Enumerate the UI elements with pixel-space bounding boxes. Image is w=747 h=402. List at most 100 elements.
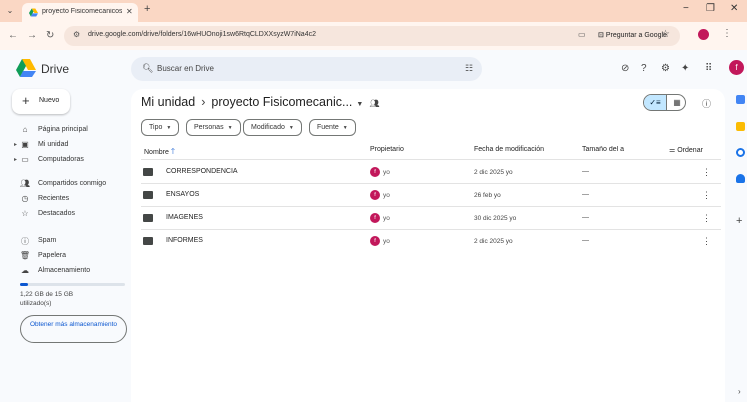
bookmark-star-icon[interactable]: ☆ [661, 29, 670, 40]
search-options-icon[interactable]: ☷ [465, 63, 473, 74]
keep-icon[interactable] [736, 122, 745, 131]
breadcrumb-current[interactable]: proyecto Fisicomecanic... [211, 95, 352, 109]
owner-name: yo [383, 169, 390, 176]
expand-arrow-icon[interactable]: ▸ [14, 141, 17, 148]
dropdown-caret-icon: ▼ [288, 125, 294, 131]
file-name: ENSAYOS [166, 191, 200, 198]
sort-label: Ordenar [677, 147, 703, 154]
filter-source[interactable]: Fuente ▼ [309, 119, 356, 136]
file-name: INFORMES [166, 237, 203, 244]
get-more-storage-button[interactable]: Obtener más almacenamiento [20, 315, 127, 343]
search-input[interactable]: Buscar en Drive [157, 64, 214, 73]
offline-status-icon[interactable]: ⊘ [621, 63, 629, 74]
settings-gear-icon[interactable]: ⚙ [661, 63, 670, 74]
table-row[interactable]: ENSAYOS f yo 26 feb yo — ⋮ [141, 184, 721, 207]
shared-folder-icon[interactable]: 👥︎ [369, 99, 379, 108]
browser-toolbar: ← → ↻ ⚙ drive.google.com/drive/folders/1… [0, 22, 747, 50]
shared-folder-icon [143, 214, 153, 222]
search-bar[interactable]: 🔍︎ Buscar en Drive ☷ [131, 57, 482, 81]
contacts-icon[interactable] [736, 174, 745, 183]
tasks-icon[interactable] [736, 148, 745, 157]
file-name: CORRESPONDENCIA [166, 168, 238, 175]
sidebar-item-spam[interactable]: ⓘ Spam [18, 236, 128, 248]
app-name[interactable]: Drive [41, 62, 69, 76]
forward-icon[interactable]: → [27, 30, 37, 41]
column-name-label: Nombre [144, 149, 169, 156]
sidebar-item-computers[interactable]: ▸ ▭ Computadoras [14, 155, 128, 167]
add-ons-plus-icon[interactable]: + [736, 215, 742, 227]
breadcrumb: Mi unidad › proyecto Fisicomecanic... ▼ 👥︎ [141, 95, 380, 109]
tab-search-icon[interactable]: ⌄ [4, 5, 16, 17]
hide-side-panel-icon[interactable]: › [738, 387, 741, 396]
site-info-icon[interactable]: ⚙ [73, 30, 80, 39]
search-icon[interactable]: 🔍︎ [142, 63, 153, 74]
sidebar-item-recent[interactable]: ◷ Recientes [18, 194, 128, 206]
sidebar-item-label: Computadoras [38, 156, 84, 163]
modified-date: 2 dic 2025 yo [474, 238, 513, 245]
home-icon: ⌂ [22, 125, 28, 134]
restore-icon[interactable]: ❐ [706, 3, 715, 14]
browser-menu-icon[interactable]: ⋮ [722, 28, 732, 39]
storage-usage-bar [20, 283, 125, 286]
computer-icon: ▭ [21, 155, 29, 164]
sort-ascending-icon[interactable]: 🡑 [171, 147, 175, 156]
gemini-sparkle-icon[interactable]: ✦ [681, 63, 689, 74]
file-size: — [582, 214, 589, 221]
new-tab-button[interactable]: + [144, 3, 150, 15]
grid-view-button[interactable]: ▦ [666, 95, 685, 110]
more-actions-icon[interactable]: ⋮ [702, 167, 711, 178]
address-bar[interactable]: ⚙ drive.google.com/drive/folders/16wHUOn… [64, 26, 680, 46]
sidebar-item-label: Spam [38, 237, 57, 244]
plus-icon: + [22, 93, 30, 108]
column-size-header[interactable]: Tamaño del a [582, 146, 626, 153]
shared-folder-icon [143, 168, 153, 176]
reload-icon[interactable]: ↻ [46, 30, 54, 41]
browser-profile-avatar[interactable] [698, 29, 709, 40]
filter-people[interactable]: Personas ▼ [186, 119, 241, 136]
filter-type[interactable]: Tipo ▼ [141, 119, 180, 136]
table-row[interactable]: IMAGENES f yo 30 dic 2025 yo — ⋮ [141, 207, 721, 230]
table-row[interactable]: INFORMES f yo 2 dic 2025 yo — ⋮ [141, 230, 721, 253]
list-view-button[interactable]: ✓≡ [644, 95, 666, 110]
folder-menu-chevron-icon[interactable]: ▼ [356, 101, 363, 108]
ask-google-label: Preguntar a Google [605, 32, 667, 39]
dropdown-caret-icon: ▼ [227, 125, 233, 131]
screencast-icon[interactable]: ▭ [578, 30, 586, 39]
sidebar-item-shared[interactable]: 👥︎ Compartidos conmigo [18, 179, 128, 191]
minimize-icon[interactable]: − [683, 3, 689, 14]
sidebar-item-my-drive[interactable]: ▸ ▣ Mi unidad [14, 140, 128, 152]
sidebar-item-trash[interactable]: 🗑︎ Papelera [18, 251, 128, 263]
sidebar-item-storage[interactable]: ☁ Almacenamiento [18, 266, 128, 278]
modified-date: 30 dic 2025 yo [474, 215, 517, 222]
url-text: drive.google.com/drive/folders/16wHUOnoj… [88, 31, 316, 38]
column-name-header[interactable]: Nombre 🡑 [144, 146, 175, 160]
tab-close-icon[interactable]: ✕ [126, 7, 133, 16]
sort-button[interactable]: ⚌ Ordenar [669, 146, 703, 154]
shared-folder-icon [143, 237, 153, 245]
view-toggle: ✓≡ ▦ [643, 94, 686, 111]
close-window-icon[interactable]: ✕ [730, 3, 738, 14]
header-divider [141, 159, 721, 160]
account-avatar[interactable]: f [729, 60, 744, 75]
more-actions-icon[interactable]: ⋮ [702, 236, 711, 247]
apps-grid-icon[interactable]: ⠿ [705, 63, 712, 74]
filter-modified[interactable]: Modificado ▼ [243, 119, 302, 136]
expand-arrow-icon[interactable]: ▸ [14, 156, 17, 163]
breadcrumb-root[interactable]: Mi unidad [141, 95, 195, 109]
column-owner-header[interactable]: Propietario [370, 146, 404, 153]
sidebar-item-home[interactable]: ⌂ Página principal [18, 125, 128, 137]
browser-tab[interactable]: proyecto Fisicomecanicos UG ✕ [22, 3, 138, 22]
ask-google-button[interactable]: ⊡ Preguntar a Google [594, 29, 671, 43]
details-info-icon[interactable]: ⓘ [702, 97, 711, 110]
sidebar-item-starred[interactable]: ☆ Destacados [18, 209, 128, 221]
column-modified-header[interactable]: Fecha de modificación [474, 146, 544, 153]
back-icon[interactable]: ← [8, 30, 18, 41]
table-row[interactable]: CORRESPONDENCIA f yo 2 dic 2025 yo — ⋮ [141, 161, 721, 184]
more-actions-icon[interactable]: ⋮ [702, 190, 711, 201]
help-icon[interactable]: ? [641, 63, 647, 74]
new-button[interactable]: + Nuevo [12, 89, 70, 114]
sidebar-item-label: Compartidos conmigo [38, 180, 107, 187]
calendar-icon[interactable] [736, 95, 745, 104]
file-size: — [582, 191, 589, 198]
more-actions-icon[interactable]: ⋮ [702, 213, 711, 224]
